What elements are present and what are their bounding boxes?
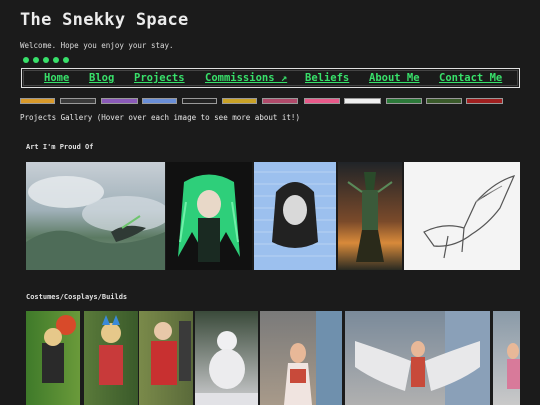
cosplay-3[interactable] — [139, 311, 193, 405]
section-title-art: Art I'm Proud Of — [26, 143, 94, 151]
deviantart-icon[interactable] — [33, 57, 39, 63]
badge-button[interactable] — [426, 98, 462, 104]
badge-button[interactable] — [386, 98, 422, 104]
green-hair-artwork — [178, 174, 240, 262]
sunset-character-artwork — [347, 172, 393, 262]
badge-button[interactable] — [262, 98, 298, 104]
badge-button[interactable] — [60, 98, 96, 104]
art-green-hair[interactable] — [166, 162, 252, 270]
social-links — [23, 57, 69, 63]
nav-about-me[interactable]: About Me — [369, 72, 420, 84]
sketch-portrait-artwork — [254, 162, 336, 270]
badge-button[interactable] — [101, 98, 138, 104]
nav-beliefs[interactable]: Beliefs — [305, 72, 349, 84]
landscape-artwork — [26, 176, 165, 270]
cosplay-2-photo — [99, 315, 123, 385]
badge-button[interactable] — [344, 98, 381, 104]
nav-contact-me[interactable]: Contact Me — [439, 72, 502, 84]
badge-button[interactable] — [304, 98, 340, 104]
costume-wings-1-photo — [284, 311, 342, 405]
discord-icon[interactable] — [53, 57, 59, 63]
main-nav: Home Blog Projects Commissions ↗ Beliefs… — [21, 68, 520, 88]
badge-button[interactable] — [20, 98, 55, 104]
nav-home[interactable]: Home — [44, 72, 69, 84]
art-sketch-portrait[interactable] — [254, 162, 336, 270]
site-title: The Snekky Space — [20, 10, 189, 30]
dragon-lineart-artwork — [423, 175, 516, 259]
art-sunset-character[interactable] — [338, 162, 402, 270]
nav-commissions[interactable]: Commissions ↗ — [205, 72, 287, 84]
badge-button[interactable] — [182, 98, 217, 104]
gallery-label: Projects Gallery (Hover over each image … — [20, 113, 300, 122]
cosplay-3-photo — [151, 321, 191, 385]
art-dragon-lineart[interactable] — [404, 162, 520, 270]
badge-button[interactable] — [222, 98, 257, 104]
art-landscape-dragon[interactable] — [26, 162, 165, 270]
tumblr-icon[interactable] — [63, 57, 69, 63]
costume-wings-2[interactable] — [345, 311, 490, 405]
costume-edge-photo — [507, 343, 520, 389]
nav-projects[interactable]: Projects — [134, 72, 185, 84]
badge-button[interactable] — [142, 98, 177, 104]
snow-sculpture[interactable] — [195, 311, 258, 405]
cosplay-2[interactable] — [84, 311, 138, 405]
costume-wings-1[interactable] — [260, 311, 342, 405]
badge-button[interactable] — [466, 98, 503, 104]
twitter-icon[interactable] — [43, 57, 49, 63]
section-title-costumes: Costumes/Cosplays/Builds — [26, 293, 128, 301]
cosplay-1[interactable] — [26, 311, 80, 405]
nav-blog[interactable]: Blog — [89, 72, 114, 84]
snow-sculpture-photo — [195, 331, 258, 405]
cosplay-1-photo — [42, 315, 76, 383]
costume-edge[interactable] — [493, 311, 520, 405]
site-subtitle: Welcome. Hope you enjoy your stay. — [20, 41, 174, 50]
costume-wings-2-photo — [355, 311, 490, 405]
youtube-icon[interactable] — [23, 57, 29, 63]
